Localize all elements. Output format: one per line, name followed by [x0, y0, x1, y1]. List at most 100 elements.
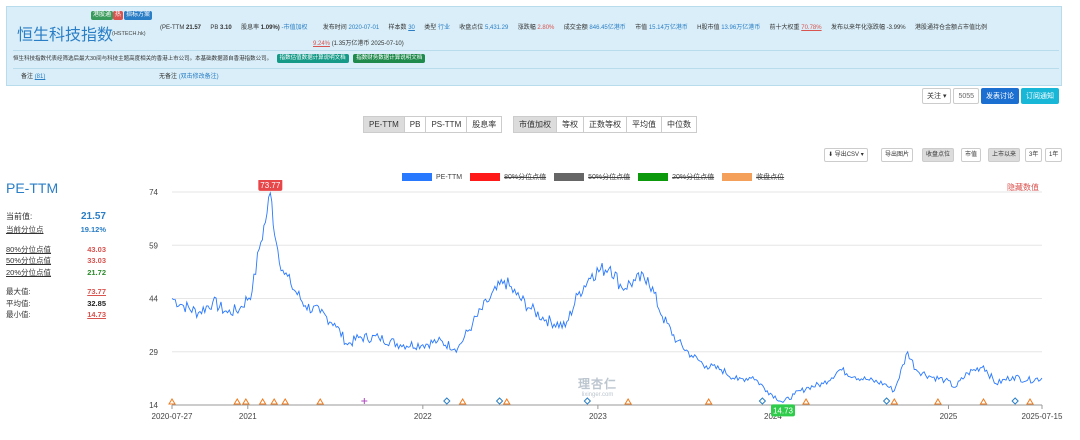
tab-positive-equal-weight[interactable]: 正数等权 [583, 116, 627, 133]
export-image-button[interactable]: 导出图片 [881, 148, 914, 162]
hmv-value: 13.96万亿港币 [721, 25, 761, 31]
event-diamond-icon [758, 397, 767, 405]
pe-value: 21.57 [186, 25, 202, 31]
event-triangle-icon [890, 398, 899, 405]
event-triangle-icon [458, 398, 467, 405]
note-left: 备注 (81) [21, 69, 45, 85]
mcap-weight-link[interactable]: -市值加权 [281, 25, 307, 31]
x-tick-label: 2025-07-15 [1022, 412, 1063, 421]
tab-pb[interactable]: PB [403, 116, 427, 133]
event-triangle-icon [233, 398, 242, 405]
event-triangle-icon [802, 398, 810, 405]
metric-title: PE-TTM [6, 180, 59, 196]
y-tick-label: 44 [149, 295, 158, 304]
event-triangle-icon [258, 398, 267, 405]
event-triangle-icon [979, 398, 988, 405]
annual-value: -3.99% [886, 25, 906, 31]
connect-label: 港股通持仓金额占市值比例 [914, 25, 987, 31]
connect-date: 2025-07-10) [371, 41, 404, 47]
type-value: 行业 [437, 25, 450, 31]
stat-value: 21.57 [80, 211, 106, 222]
tag-index-plan[interactable]: 指标方案 [124, 11, 153, 20]
event-triangle-icon [934, 398, 942, 405]
index-code: (HSTECH.hk) [112, 31, 146, 37]
watermark-logo-text: 理杏仁 [578, 377, 618, 391]
event-triangle-icon [502, 398, 511, 405]
close-point-toggle[interactable]: 收盘点位 [922, 148, 955, 162]
dividend-label: 股息率 [241, 25, 260, 31]
close-label: 收盘点位 [459, 25, 484, 31]
tag-hot[interactable]: 热 [113, 11, 124, 20]
note-count-link[interactable]: (81) [35, 74, 46, 80]
tab-pe-ttm[interactable]: PE-TTM [363, 116, 405, 133]
stat-label: 80%分位点值 [6, 244, 52, 254]
event-diamond-icon [495, 397, 504, 405]
tag-hk-connect[interactable]: 港股通 [91, 11, 114, 20]
pb-value: 3.10 [220, 25, 232, 31]
note-row: 备注 (81) 无备注 (双击修改备注) [13, 68, 1059, 84]
range-1y[interactable]: 1年 [1045, 148, 1063, 162]
top10-label: 前十大权重 [769, 25, 800, 31]
event-diamond-icon [443, 397, 451, 405]
event-triangle-icon [624, 398, 632, 405]
stat-current: 当前值: 21.57 [6, 210, 106, 224]
max-marker-label: 73.77 [260, 181, 281, 190]
type-label: 类型 [424, 25, 437, 31]
pe-ttm-series-line [171, 191, 1043, 403]
valuation-doc-button[interactable]: 指数估值数据计算说明文档 [276, 54, 349, 64]
stats-row: (PE-TTM 21.57 PB 3.10 股息率 1.09%) -市值加权 发… [160, 22, 987, 31]
stat-p20: 20%分位点值 21.72 [6, 267, 106, 279]
stat-label: 最大值: [6, 287, 31, 296]
event-diamond-icon [583, 397, 592, 405]
export-csv-label: 导出CSV ▾ [834, 152, 864, 158]
discuss-button[interactable]: 发表讨论 [981, 88, 1020, 104]
mv-value: 15.14万亿港币 [648, 25, 688, 31]
sample-value-link[interactable]: 30 [408, 25, 415, 31]
y-tick-label: 14 [149, 401, 158, 410]
event-plus-icon [361, 398, 368, 404]
tab-dividend-yield[interactable]: 股息率 [466, 116, 503, 133]
stat-max: 最大值: 73.77 [6, 286, 106, 298]
event-triangle-icon [241, 398, 250, 405]
event-triangle-icon [168, 398, 176, 405]
follow-button[interactable]: 关注 ▾ [922, 88, 952, 104]
top10-value-link[interactable]: 70.78% [801, 25, 821, 31]
stat-p50: 50%分位点值 33.03 [6, 255, 106, 267]
change-label: 涨跌幅 [517, 25, 536, 31]
description-row: 恒生科技指数代表经筛选后最大30间与科技主题高度相关的香港上市公司。本基础数据源… [13, 50, 1059, 66]
connect-row: 9.24% (1.35万亿港币 2025-07-10) [313, 38, 404, 47]
turnover-label: 成交金额 [563, 25, 588, 31]
watermark: 理杏仁 lixinger.com [578, 375, 617, 398]
tab-mcap-weighted[interactable]: 市值加权 [513, 116, 557, 133]
weight-tabs: 市值加权 等权 正数等权 平均值 中位数 [513, 116, 697, 133]
stat-label: 平均值: [6, 298, 31, 308]
stat-value: 73.77 [87, 287, 106, 296]
financial-doc-button[interactable]: 指数财务数据计算说明文档 [353, 54, 426, 64]
stat-value: 21.72 [87, 267, 106, 277]
stat-label: 20%分位点值 [6, 267, 52, 277]
edit-note-link[interactable]: (双击修改备注) [179, 74, 219, 80]
stat-value: 19.12% [80, 225, 106, 234]
event-triangle-icon [704, 398, 713, 405]
watermark-url: lixinger.com [581, 392, 614, 398]
export-csv-button[interactable]: ⬇ 导出CSV ▾ [824, 148, 868, 162]
pb-label: PB [210, 25, 219, 31]
range-since-listing[interactable]: 上市以来 [988, 148, 1021, 162]
tab-average[interactable]: 平均值 [626, 116, 662, 133]
tab-median[interactable]: 中位数 [661, 116, 697, 133]
note-label: 备注 [21, 74, 34, 80]
event-triangle-icon [316, 398, 325, 405]
tab-ps-ttm[interactable]: PS-TTM [425, 116, 468, 133]
range-3y[interactable]: 3年 [1025, 148, 1043, 162]
release-label: 发布时间 [322, 25, 347, 31]
stat-value: 33.03 [87, 256, 106, 265]
pe-label: (PE-TTM [160, 25, 185, 31]
tab-equal-weight[interactable]: 等权 [556, 116, 584, 133]
subscribe-button[interactable]: 订阅通知 [1021, 88, 1060, 104]
side-stats-panel: PE-TTM 当前值: 21.57 当前分位点 19.12% 80%分位点值 43.0… [6, 180, 106, 321]
x-tick-label: 2022 [414, 412, 432, 421]
market-value-toggle[interactable]: 市值 [961, 148, 982, 162]
min-marker-label: 14.73 [773, 406, 794, 415]
release-value: 2020-07-01 [348, 25, 380, 31]
connect-detail: (1.35万亿港币 [331, 41, 370, 47]
